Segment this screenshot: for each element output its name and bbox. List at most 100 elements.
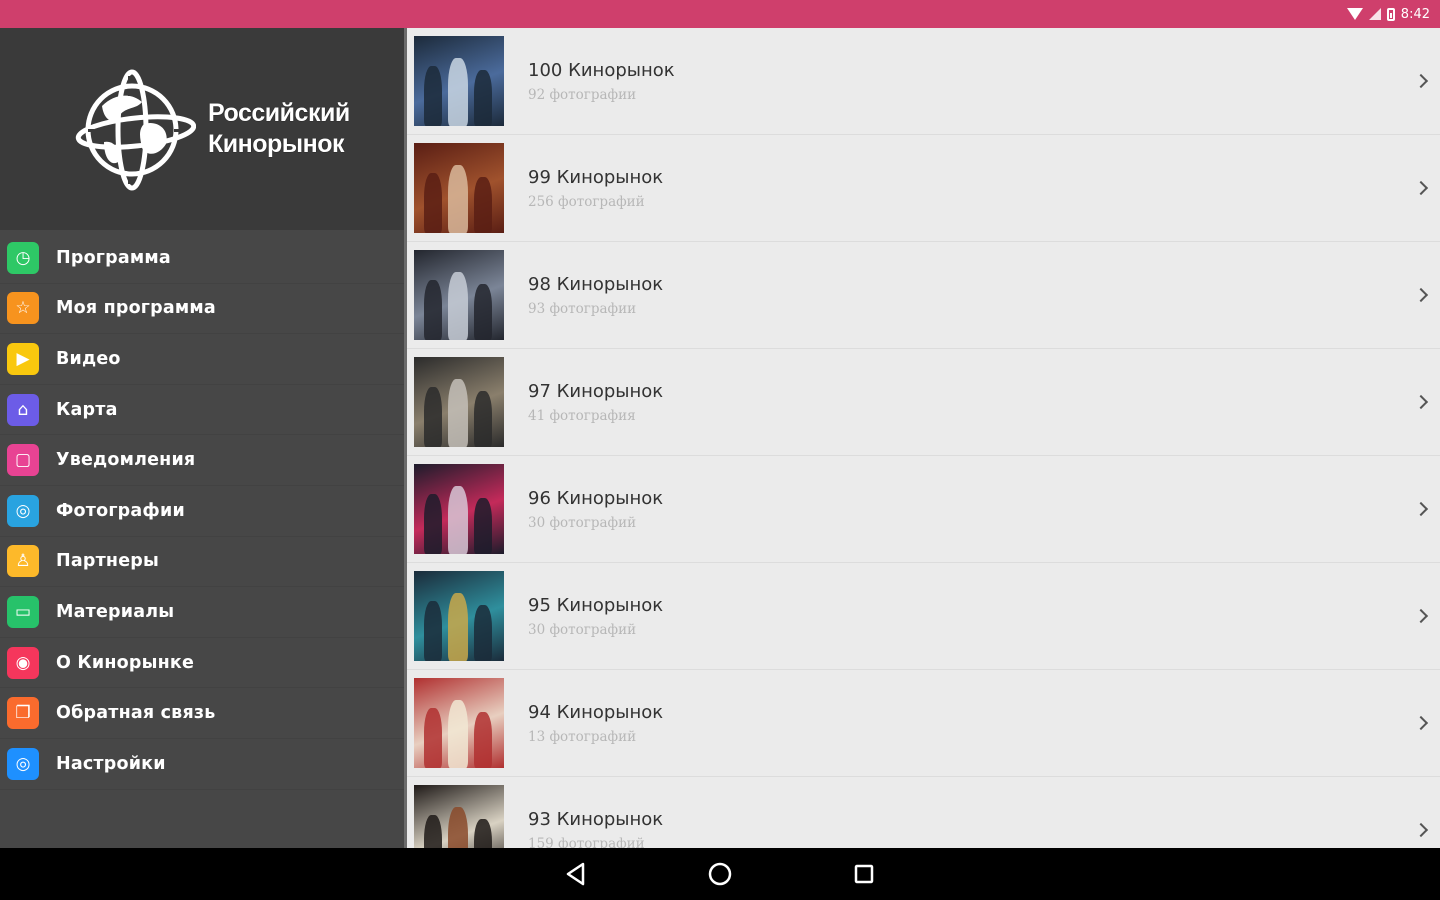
status-bar: 8:42: [0, 0, 1440, 28]
menu-item-3[interactable]: ⌂ Карта: [0, 385, 404, 436]
album-title: 94 Кинорынок: [528, 701, 664, 723]
photo-figure: [448, 593, 468, 661]
menu-item-label: Обратная связь: [56, 703, 216, 724]
feedback-icon: ❐: [7, 697, 39, 730]
album-thumbnail: [414, 464, 504, 554]
album-info: 94 Кинорынок 13 фотографий: [528, 702, 663, 745]
person-icon: ♙: [7, 545, 39, 578]
album-row[interactable]: 94 Кинорынок 13 фотографий: [407, 670, 1440, 777]
album-title: 96 Кинорынок: [528, 487, 664, 509]
photo-figure: [448, 700, 468, 768]
home-button[interactable]: [703, 857, 737, 891]
album-thumbnail: [414, 357, 504, 447]
album-thumbnail: [414, 785, 504, 848]
album-row[interactable]: 98 Кинорынок 93 фотографии: [407, 242, 1440, 349]
album-row[interactable]: 96 Кинорынок 30 фотографий: [407, 456, 1440, 563]
album-thumbnail: [414, 250, 504, 340]
photo-figure: [474, 284, 492, 340]
album-info: 93 Кинорынок 159 фотографий: [528, 809, 663, 849]
photo-figure: [448, 165, 468, 233]
chevron-right-icon: [1413, 287, 1429, 303]
photo-figure: [424, 494, 442, 554]
menu-item-0[interactable]: ◷ Программа: [0, 233, 404, 284]
menu-item-9[interactable]: ❐ Обратная связь: [0, 688, 404, 739]
wifi-icon: [1346, 8, 1363, 20]
back-button[interactable]: [559, 857, 593, 891]
chevron-right-icon: [1413, 501, 1429, 517]
menu-item-8[interactable]: ◉ О Кинорынке: [0, 638, 404, 689]
album-thumbnail: [414, 678, 504, 768]
photo-albums-list: 100 Кинорынок 92 фотографии 99 Кинорынок 25…: [407, 28, 1440, 848]
album-title: 93 Кинорынок: [528, 808, 664, 830]
album-info: 96 Кинорынок 30 фотографий: [528, 488, 663, 531]
album-title: 99 Кинорынок: [528, 166, 664, 188]
chevron-right-icon: [1413, 180, 1429, 196]
photo-figure: [474, 177, 492, 233]
album-info: 98 Кинорынок 93 фотографии: [528, 274, 663, 317]
recents-square-icon: [854, 864, 874, 884]
album-info: 100 Кинорынок 92 фотографии: [528, 60, 675, 103]
recents-button[interactable]: [847, 857, 881, 891]
photo-figure: [474, 70, 492, 126]
album-row[interactable]: 99 Кинорынок 256 фотографий: [407, 135, 1440, 242]
brand-line-2: Кинорынок: [208, 130, 345, 158]
album-photo-count: 30 фотографий: [528, 514, 637, 531]
navigation-drawer: Российский Кинорынок ◷ Программа ☆ Моя прог…: [0, 28, 404, 848]
album-title: 98 Кинорынок: [528, 273, 664, 295]
album-photo-count: 93 фотографии: [528, 300, 637, 317]
photo-figure: [424, 66, 442, 126]
menu-item-label: Партнеры: [56, 551, 160, 572]
menu-item-5[interactable]: ◎ Фотографии: [0, 486, 404, 537]
album-info: 97 Кинорынок 41 фотография: [528, 381, 663, 424]
menu-item-4[interactable]: ▢ Уведомления: [0, 435, 404, 486]
album-thumbnail: [414, 143, 504, 233]
album-info: 99 Кинорынок 256 фотографий: [528, 167, 663, 210]
menu-item-label: Программа: [56, 247, 171, 268]
album-photo-count: 256 фотографий: [528, 193, 645, 210]
menu-item-label: Настройки: [56, 753, 166, 774]
menu-item-7[interactable]: ▭ Материалы: [0, 587, 404, 638]
menu-item-label: Уведомления: [56, 450, 196, 471]
photo-figure: [424, 280, 442, 340]
chevron-right-icon: [1413, 822, 1429, 838]
brand-line-1: Российский: [208, 99, 350, 127]
photo-figure: [474, 605, 492, 661]
menu-item-label: О Кинорынке: [56, 652, 195, 673]
menu-item-1[interactable]: ☆ Моя программа: [0, 284, 404, 335]
album-info: 95 Кинорынок 30 фотографий: [528, 595, 663, 638]
album-row[interactable]: 95 Кинорынок 30 фотографий: [407, 563, 1440, 670]
album-photo-count: 92 фотографии: [528, 86, 637, 103]
chevron-right-icon: [1413, 715, 1429, 731]
album-thumbnail: [414, 571, 504, 661]
photo-figure: [474, 498, 492, 554]
album-title: 97 Кинорынок: [528, 380, 664, 402]
menu-item-label: Видео: [56, 348, 121, 369]
menu-item-6[interactable]: ♙ Партнеры: [0, 537, 404, 588]
home-circle-icon: [708, 862, 732, 886]
photo-figure: [424, 601, 442, 661]
photo-figure: [448, 58, 468, 126]
album-row[interactable]: 93 Кинорынок 159 фотографий: [407, 777, 1440, 848]
back-triangle-icon: [566, 862, 585, 886]
menu-item-label: Фотографии: [56, 500, 185, 521]
chevron-right-icon: [1413, 73, 1429, 89]
signal-icon: [1368, 8, 1381, 20]
menu-item-10[interactable]: ◎ Настройки: [0, 739, 404, 790]
album-photo-count: 13 фотографий: [528, 728, 637, 745]
photo-figure: [448, 272, 468, 340]
system-navigation-bar: [0, 848, 1440, 900]
settings-icon: ◎: [7, 747, 39, 780]
star-icon: ☆: [7, 292, 39, 325]
photo-figure: [474, 712, 492, 768]
map-bag-icon: ⌂: [7, 393, 39, 426]
brand-name: Российский Кинорынок: [208, 98, 350, 160]
photo-figure: [424, 173, 442, 233]
album-row[interactable]: 97 Кинорынок 41 фотография: [407, 349, 1440, 456]
info-circle-icon: ◉: [7, 646, 39, 679]
menu-item-label: Моя программа: [56, 298, 216, 319]
photo-figure: [424, 387, 442, 447]
album-thumbnail: [414, 36, 504, 126]
album-row[interactable]: 100 Кинорынок 92 фотографии: [407, 28, 1440, 135]
menu-item-2[interactable]: ▶ Видео: [0, 334, 404, 385]
folder-icon: ▭: [7, 595, 39, 628]
